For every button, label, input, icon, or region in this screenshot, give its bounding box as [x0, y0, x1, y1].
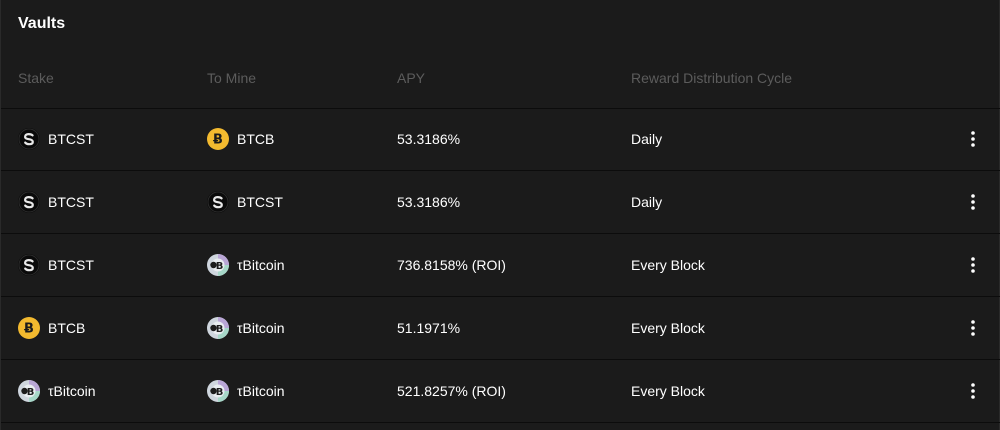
apy-cell: 51.1971% — [397, 297, 460, 359]
stake-token-label: τBitcoin — [48, 383, 96, 399]
more-options-button[interactable] — [963, 127, 983, 151]
stake-token-label: BTCST — [48, 257, 94, 273]
reward-cycle-value: Every Block — [631, 257, 705, 273]
btcst-icon — [18, 191, 40, 213]
tbitcoin-icon: B — [18, 380, 40, 402]
more-vert-icon — [971, 131, 975, 147]
reward-cycle-value: Every Block — [631, 320, 705, 336]
stake-token-label: BTCST — [48, 194, 94, 210]
tbitcoin-icon: B — [207, 317, 229, 339]
btcst-icon — [207, 191, 229, 213]
svg-text:B: B — [216, 387, 224, 398]
apy-value: 521.8257% (ROI) — [397, 383, 506, 399]
apy-cell: 521.8257% (ROI) — [397, 360, 506, 422]
more-vert-icon — [971, 257, 975, 273]
table-row[interactable]: BTCST B τBitcoin 736.8158% (ROI) Every B… — [1, 234, 1000, 297]
mine-token-label: τBitcoin — [237, 383, 285, 399]
svg-text:B: B — [27, 387, 35, 398]
stake-cell: Ƀ BTCB — [18, 297, 85, 359]
reward-cycle-value: Daily — [631, 131, 663, 147]
stake-cell: B τBitcoin — [18, 360, 96, 422]
tbitcoin-icon: B — [207, 380, 229, 402]
column-header-to-mine: To Mine — [207, 70, 257, 86]
to-mine-cell: BTCST — [207, 171, 283, 233]
table-row[interactable]: BTCST BTCST 53.3186% Daily — [1, 171, 1000, 234]
mine-token-label: BTCB — [237, 131, 275, 147]
stake-cell: BTCST — [18, 234, 94, 296]
table-row[interactable]: Ƀ BTCB B τBitcoin 51.1971% Every Block — [1, 297, 1000, 360]
more-vert-icon — [971, 383, 975, 399]
btcb-icon: Ƀ — [207, 128, 229, 150]
mine-token-label: BTCST — [237, 194, 283, 210]
more-options-button[interactable] — [963, 253, 983, 277]
more-vert-icon — [971, 320, 975, 336]
apy-value: 53.3186% — [397, 131, 461, 147]
apy-value: 51.1971% — [397, 320, 461, 336]
reward-cycle-cell: Every Block — [631, 360, 705, 422]
table-header: Stake To Mine APY Reward Distribution Cy… — [1, 62, 1000, 109]
btcst-icon — [18, 128, 40, 150]
reward-cycle-value: Every Block — [631, 383, 705, 399]
more-vert-icon — [971, 194, 975, 210]
to-mine-cell: B τBitcoin — [207, 297, 285, 359]
apy-cell: 736.8158% (ROI) — [397, 234, 506, 296]
reward-cycle-cell: Every Block — [631, 297, 705, 359]
page-title: Vaults — [18, 15, 66, 32]
vaults-panel: Vaults Stake To Mine APY Reward Distribu… — [0, 0, 1000, 430]
more-options-button[interactable] — [963, 190, 983, 214]
tbitcoin-icon: B — [207, 254, 229, 276]
stake-cell: BTCST — [18, 171, 94, 233]
more-options-button[interactable] — [963, 316, 983, 340]
apy-value: 736.8158% (ROI) — [397, 257, 506, 273]
stake-token-label: BTCST — [48, 131, 94, 147]
mine-token-label: τBitcoin — [237, 320, 285, 336]
stake-cell: BTCST — [18, 108, 94, 170]
apy-cell: 53.3186% — [397, 108, 460, 170]
btcb-icon: Ƀ — [18, 317, 40, 339]
more-options-button[interactable] — [963, 379, 983, 403]
column-header-reward-cycle: Reward Distribution Cycle — [631, 70, 793, 86]
reward-cycle-cell: Daily — [631, 171, 662, 233]
to-mine-cell: B τBitcoin — [207, 234, 285, 296]
vaults-table-body: BTCST Ƀ BTCB 53.3186% Daily BTCST BTCST — [1, 108, 1000, 423]
table-row[interactable]: B τBitcoin B τBitcoin 521.8257% (ROI) Ev… — [1, 360, 1000, 423]
reward-cycle-cell: Daily — [631, 108, 662, 170]
reward-cycle-value: Daily — [631, 194, 663, 210]
svg-text:Ƀ: Ƀ — [213, 133, 223, 148]
to-mine-cell: Ƀ BTCB — [207, 108, 274, 170]
mine-token-label: τBitcoin — [237, 257, 285, 273]
btcst-icon — [18, 254, 40, 276]
reward-cycle-cell: Every Block — [631, 234, 705, 296]
svg-text:B: B — [216, 261, 224, 272]
svg-text:B: B — [216, 324, 224, 335]
column-header-apy: APY — [397, 70, 426, 86]
table-row[interactable]: BTCST Ƀ BTCB 53.3186% Daily — [1, 108, 1000, 171]
column-header-stake: Stake — [18, 70, 54, 86]
stake-token-label: BTCB — [48, 320, 86, 336]
apy-value: 53.3186% — [397, 194, 461, 210]
apy-cell: 53.3186% — [397, 171, 460, 233]
to-mine-cell: B τBitcoin — [207, 360, 285, 422]
svg-text:Ƀ: Ƀ — [24, 322, 34, 337]
